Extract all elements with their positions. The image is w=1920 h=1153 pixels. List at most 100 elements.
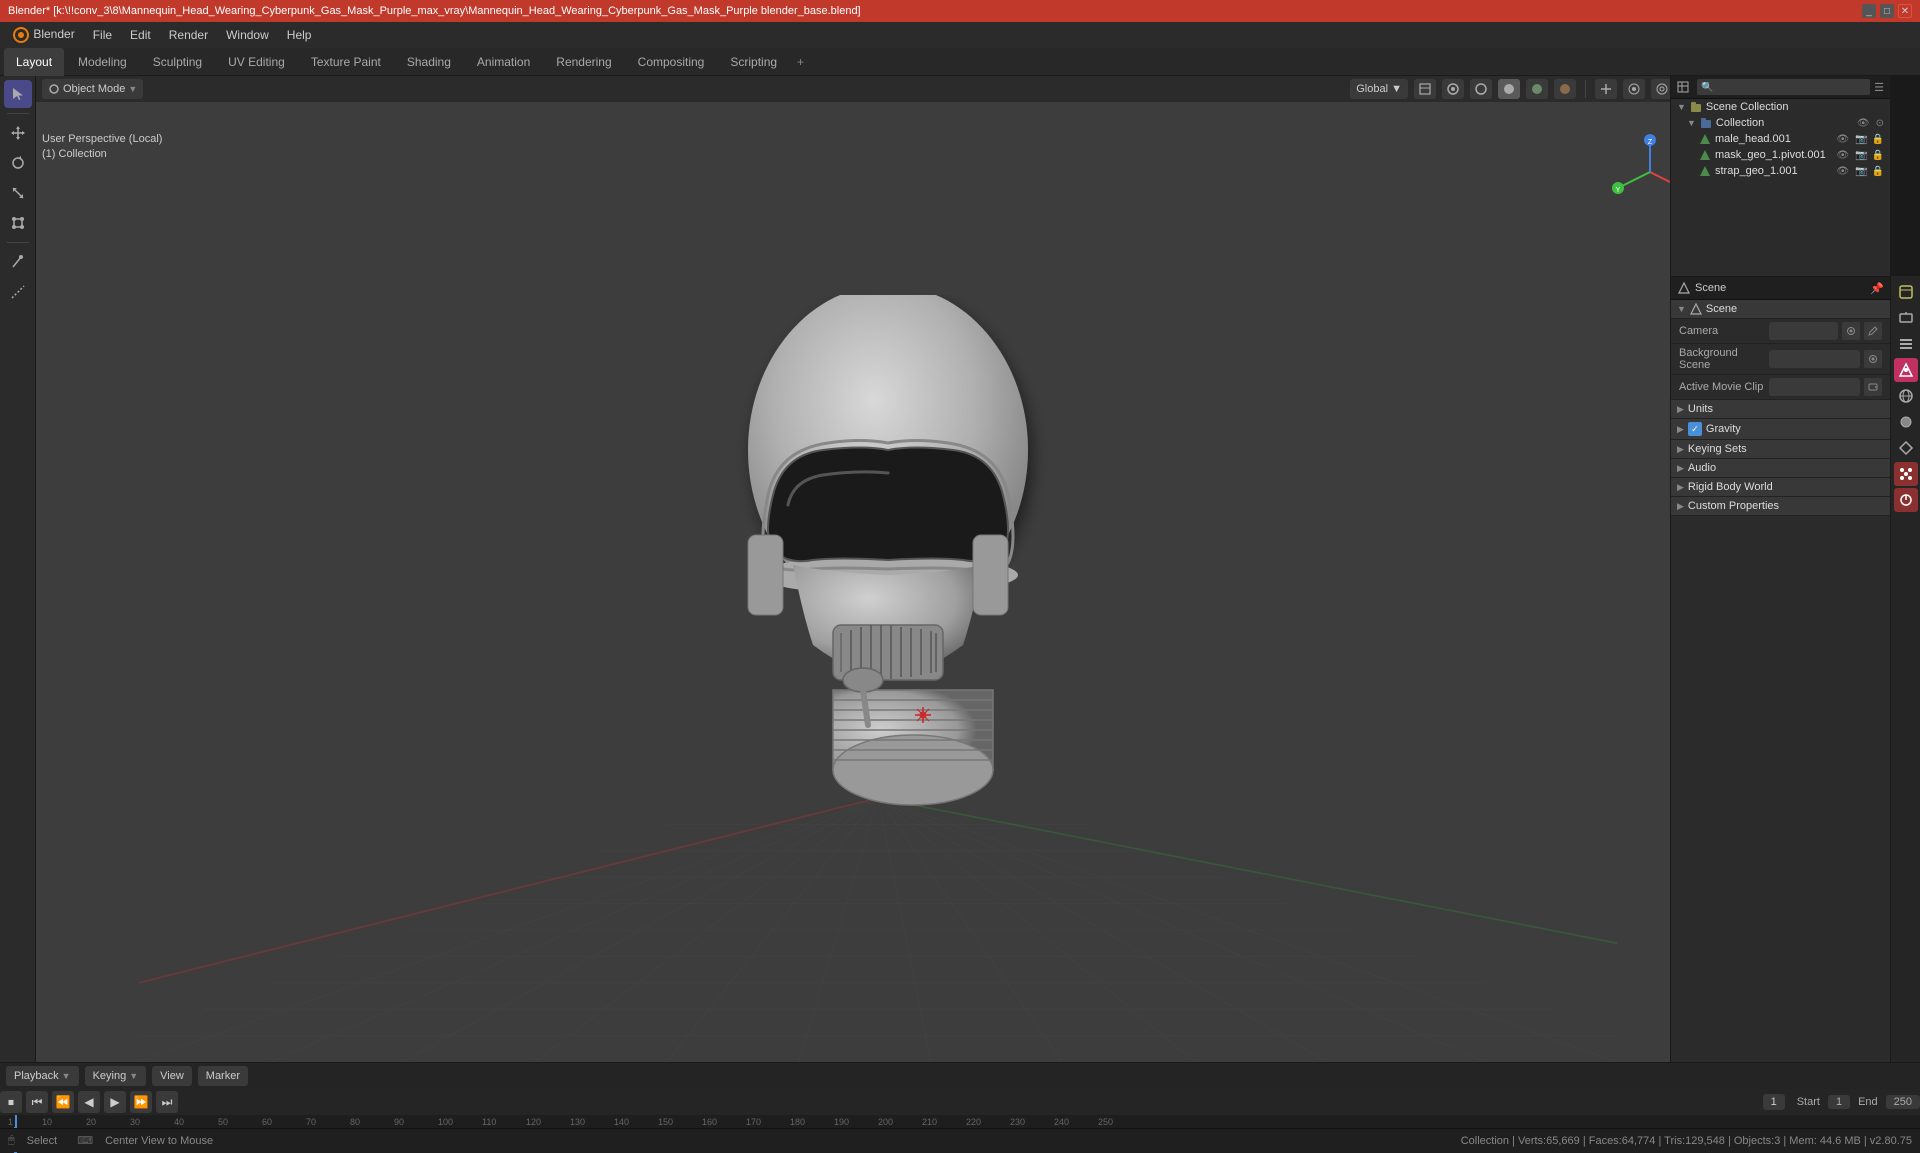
tool-transform[interactable]	[4, 209, 32, 237]
rigid-body-world-section[interactable]: ▶ Rigid Body World	[1671, 478, 1890, 497]
viewport-mode-select[interactable]: Object Mode ▼	[42, 79, 143, 99]
scene-section-header[interactable]: ▼ Scene	[1671, 300, 1890, 319]
prop-physics-icon[interactable]	[1894, 488, 1918, 512]
tool-measure[interactable]	[4, 278, 32, 306]
tab-shading[interactable]: Shading	[395, 48, 463, 76]
tab-scripting[interactable]: Scripting	[718, 48, 789, 76]
custom-properties-section[interactable]: ▶ Custom Properties	[1671, 497, 1890, 516]
prop-modifier-icon[interactable]	[1894, 436, 1918, 460]
gravity-checkbox[interactable]: ✓	[1688, 422, 1702, 436]
collection-render-vis[interactable]: ⊙	[1876, 118, 1884, 129]
end-value[interactable]: 250	[1886, 1095, 1920, 1109]
minimize-button[interactable]: _	[1862, 4, 1876, 18]
add-workspace-button[interactable]: +	[791, 53, 810, 71]
bg-scene-picker[interactable]	[1864, 350, 1882, 368]
outliner-filter-icon[interactable]: ☰	[1874, 81, 1884, 94]
male-head-visibility[interactable]: 👁	[1836, 134, 1849, 145]
scene-area[interactable]: User Perspective (Local) (1) Collection	[36, 102, 1720, 1062]
tl-btn-marker[interactable]: Marker	[198, 1066, 248, 1086]
outliner-collection[interactable]: ▼ Collection 👁 ⊙	[1671, 115, 1890, 131]
mask-geo-visibility[interactable]: 👁	[1836, 150, 1849, 161]
mask-geo-icon1[interactable]: 📷	[1855, 150, 1867, 161]
viewport-gizmo-toggle[interactable]	[1595, 79, 1617, 99]
maximize-button[interactable]: □	[1880, 4, 1894, 18]
strap-geo-icon1[interactable]: 📷	[1855, 166, 1867, 177]
viewport-icon-1[interactable]	[1414, 79, 1436, 99]
tab-rendering[interactable]: Rendering	[544, 48, 623, 76]
frame-240: 240	[1054, 1117, 1069, 1127]
keying-sets-section[interactable]: ▶ Keying Sets	[1671, 440, 1890, 459]
tl-btn-view[interactable]: View	[152, 1066, 192, 1086]
gravity-section[interactable]: ▶ ✓ Gravity	[1671, 419, 1890, 440]
scene-properties-panel: Scene 📌 ▼ Scene Camera Background Scene	[1670, 276, 1890, 1062]
prop-object-icon[interactable]	[1894, 410, 1918, 434]
tab-sculpting[interactable]: Sculpting	[141, 48, 214, 76]
tl-step-back[interactable]: ⏪	[52, 1091, 74, 1113]
outliner-mask-geo[interactable]: mask_geo_1.pivot.001 👁 📷 🔒	[1671, 147, 1890, 163]
outliner-male-head[interactable]: male_head.001 👁 📷 🔒	[1671, 131, 1890, 147]
prop-particle-icon[interactable]	[1894, 462, 1918, 486]
male-head-icon1[interactable]: 📷	[1855, 134, 1867, 145]
tab-compositing[interactable]: Compositing	[626, 48, 717, 76]
tl-skip-start[interactable]: ⏮	[26, 1091, 48, 1113]
active-movie-clip-value[interactable]	[1769, 378, 1882, 396]
close-button[interactable]: ✕	[1898, 4, 1912, 18]
menu-file[interactable]: File	[85, 26, 120, 44]
prop-world-icon[interactable]	[1894, 384, 1918, 408]
frame-70: 70	[306, 1117, 316, 1127]
viewport-overlay-icon[interactable]	[1442, 79, 1464, 99]
tab-uv-editing[interactable]: UV Editing	[216, 48, 297, 76]
viewport-shading-wireframe[interactable]	[1470, 79, 1492, 99]
viewport-snap-toggle[interactable]	[1623, 79, 1645, 99]
tool-scale[interactable]	[4, 179, 32, 207]
tab-layout[interactable]: Layout	[4, 48, 64, 76]
prop-output-icon[interactable]	[1894, 306, 1918, 330]
viewport-shading-solid[interactable]	[1498, 79, 1520, 99]
outliner-search[interactable]	[1697, 79, 1870, 95]
tl-prev-frame[interactable]: ◀	[78, 1091, 100, 1113]
tl-btn-playback[interactable]: Playback ▼	[6, 1066, 79, 1086]
camera-picker[interactable]	[1842, 322, 1860, 340]
window-controls[interactable]: _ □ ✕	[1862, 4, 1912, 18]
menu-blender[interactable]: Blender	[4, 24, 83, 46]
current-frame-display[interactable]: 1	[1763, 1094, 1785, 1110]
movie-clip-picker[interactable]	[1864, 378, 1882, 396]
tl-skip-end[interactable]: ⏭	[156, 1091, 178, 1113]
units-section[interactable]: ▶ Units	[1671, 400, 1890, 419]
tl-btn-keying[interactable]: Keying ▼	[85, 1066, 147, 1086]
tab-animation[interactable]: Animation	[465, 48, 542, 76]
start-value[interactable]: 1	[1828, 1095, 1850, 1109]
tool-rotate[interactable]	[4, 149, 32, 177]
tool-select[interactable]	[4, 80, 32, 108]
outliner-strap-geo[interactable]: strap_geo_1.001 👁 📷 🔒	[1671, 163, 1890, 179]
outliner-scene-collection[interactable]: ▼ Scene Collection	[1671, 99, 1890, 115]
viewport-global-select[interactable]: Global ▼	[1350, 79, 1408, 99]
mask-geo-icon2[interactable]: 🔒	[1872, 150, 1884, 161]
prop-scene-icon[interactable]	[1894, 358, 1918, 382]
menu-edit[interactable]: Edit	[122, 26, 159, 44]
menu-render[interactable]: Render	[161, 26, 216, 44]
menu-window[interactable]: Window	[218, 26, 277, 44]
menu-help[interactable]: Help	[279, 26, 320, 44]
male-head-icon2[interactable]: 🔒	[1872, 134, 1884, 145]
viewport-shading-render[interactable]	[1554, 79, 1576, 99]
tl-play[interactable]: ▶	[104, 1091, 126, 1113]
prop-view-layer-icon[interactable]	[1894, 332, 1918, 356]
tl-next-frame[interactable]: ⏩	[130, 1091, 152, 1113]
background-scene-value[interactable]	[1769, 350, 1882, 368]
camera-edit[interactable]	[1864, 322, 1882, 340]
scene-props-pin[interactable]: 📌	[1870, 282, 1884, 295]
tl-stop[interactable]: ⏹	[0, 1091, 22, 1113]
audio-section[interactable]: ▶ Audio	[1671, 459, 1890, 478]
tool-move[interactable]	[4, 119, 32, 147]
tab-modeling[interactable]: Modeling	[66, 48, 139, 76]
collection-visibility[interactable]: 👁	[1857, 118, 1870, 129]
viewport-shading-material[interactable]	[1526, 79, 1548, 99]
strap-geo-visibility[interactable]: 👁	[1836, 166, 1849, 177]
svg-text:Y: Y	[1616, 187, 1621, 194]
strap-geo-icon2[interactable]: 🔒	[1872, 166, 1884, 177]
prop-render-icon[interactable]	[1894, 280, 1918, 304]
tool-annotate[interactable]	[4, 248, 32, 276]
tab-texture-paint[interactable]: Texture Paint	[299, 48, 393, 76]
camera-value[interactable]	[1769, 322, 1882, 340]
